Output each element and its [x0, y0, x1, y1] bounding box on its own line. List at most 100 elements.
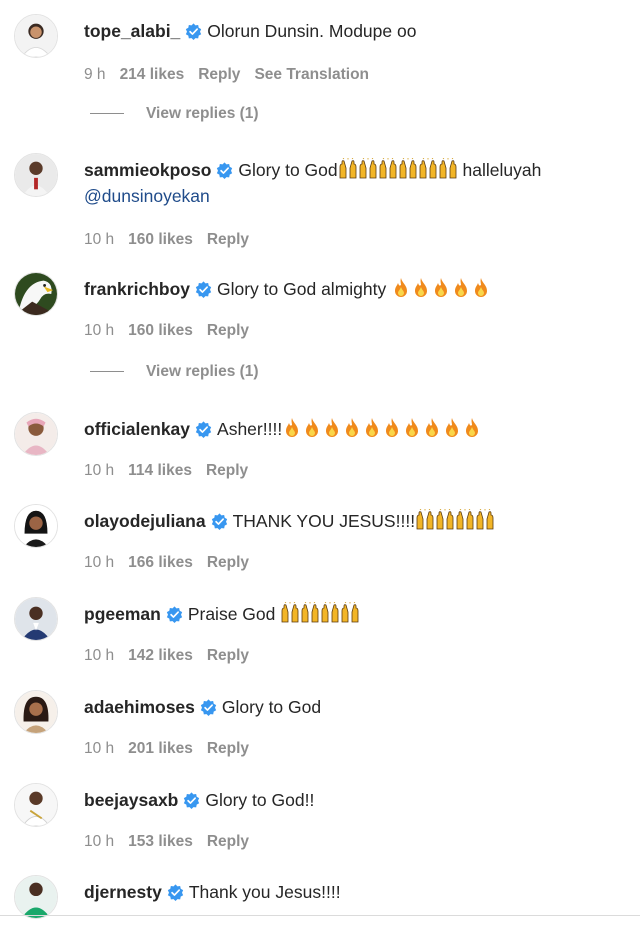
comment-text: Olorun Dunsin. Modupe oo — [207, 21, 417, 41]
raising-hands-emoji-group — [338, 157, 458, 180]
verified-badge-icon — [183, 790, 200, 809]
fire-emoji-icon — [342, 417, 362, 439]
fire-emoji-icon — [451, 277, 471, 299]
avatar[interactable] — [14, 597, 58, 641]
see-translation-button[interactable]: See Translation — [254, 66, 369, 83]
comment-text: Thank you Jesus!!!! — [188, 882, 341, 902]
verified-badge-icon — [185, 21, 202, 40]
comment-text: halleluyah — [457, 160, 542, 180]
avatar[interactable] — [14, 153, 58, 197]
timestamp: 10 h — [84, 322, 115, 339]
reply-button[interactable]: Reply — [207, 647, 249, 664]
verified-badge-icon — [195, 419, 212, 438]
raising-hands-emoji-group — [415, 508, 495, 531]
raising-hands-emoji-icon — [398, 157, 418, 180]
likes-count[interactable]: 166 likes — [128, 554, 193, 571]
likes-count[interactable]: 142 likes — [128, 647, 193, 664]
view-replies-button[interactable]: View replies (1) — [90, 363, 259, 381]
likes-count[interactable]: 214 likes — [120, 66, 185, 83]
username[interactable]: sammieokposo — [84, 160, 211, 180]
comment-meta: 10 h 142 likes Reply — [84, 647, 263, 665]
reply-button[interactable]: Reply — [207, 554, 249, 571]
likes-count[interactable]: 160 likes — [128, 322, 193, 339]
view-replies-label: View replies (1) — [146, 363, 259, 380]
replies-dash-divider — [90, 371, 124, 373]
avatar[interactable] — [14, 783, 58, 827]
fire-emoji-icon — [382, 417, 402, 439]
bottom-divider — [0, 915, 640, 916]
fire-emoji-icon — [302, 417, 322, 439]
reply-button[interactable]: Reply — [198, 66, 240, 83]
comment-text: Glory to God!! — [205, 790, 315, 810]
comment-meta: 10 h 166 likes Reply — [84, 554, 263, 572]
username[interactable]: pgeeman — [84, 604, 161, 624]
raising-hands-emoji-icon — [300, 601, 320, 624]
comment-text: Glory to God — [221, 697, 322, 717]
fire-emoji-icon — [442, 417, 462, 439]
username[interactable]: frankrichboy — [84, 279, 190, 299]
comment-text: Praise God — [187, 604, 281, 624]
fire-emoji-icon — [431, 277, 451, 299]
fire-emoji-group — [282, 417, 482, 439]
likes-count[interactable]: 201 likes — [128, 740, 193, 757]
avatar[interactable] — [14, 504, 58, 548]
likes-count[interactable]: 160 likes — [128, 231, 193, 248]
comment-body: frankrichboy Glory to God almighty — [84, 276, 624, 302]
mention-link[interactable]: @dunsinoyekan — [84, 186, 210, 206]
comment-feed: tope_alabi_ Olorun Dunsin. Modupe oo 9 h 21… — [0, 0, 640, 938]
comment-text: THANK YOU JESUS!!!! — [232, 511, 416, 531]
comment-meta: 10 h 160 likes Reply — [84, 322, 263, 340]
likes-count[interactable]: 114 likes — [128, 462, 192, 479]
username[interactable]: olayodejuliana — [84, 511, 206, 531]
fire-emoji-group — [391, 277, 491, 299]
raising-hands-emoji-icon — [340, 601, 360, 624]
username[interactable]: beejaysaxb — [84, 790, 178, 810]
likes-count[interactable]: 153 likes — [128, 833, 193, 850]
raising-hands-emoji-icon — [415, 508, 435, 531]
raising-hands-emoji-icon — [435, 508, 455, 531]
avatar[interactable] — [14, 272, 58, 316]
username[interactable]: tope_alabi_ — [84, 21, 180, 41]
avatar[interactable] — [14, 14, 58, 58]
username[interactable]: djernesty — [84, 882, 162, 902]
comment-meta: 9 h 214 likes Reply See Translation — [84, 66, 383, 84]
username[interactable]: officialenkay — [84, 419, 190, 439]
reply-button[interactable]: Reply — [207, 740, 249, 757]
reply-button[interactable]: Reply — [207, 833, 249, 850]
avatar[interactable] — [14, 690, 58, 734]
raising-hands-emoji-icon — [358, 157, 378, 180]
verified-badge-icon — [211, 511, 228, 530]
verified-badge-icon — [200, 697, 217, 716]
timestamp: 10 h — [84, 833, 115, 850]
raising-hands-emoji-group — [280, 601, 360, 624]
timestamp: 10 h — [84, 647, 115, 664]
timestamp: 10 h — [84, 554, 115, 571]
verified-badge-icon — [216, 160, 233, 179]
raising-hands-emoji-icon — [338, 157, 358, 180]
raising-hands-emoji-icon — [320, 601, 340, 624]
avatar[interactable] — [14, 412, 58, 456]
reply-button[interactable]: Reply — [207, 231, 249, 248]
raising-hands-emoji-icon — [475, 508, 495, 531]
fire-emoji-icon — [282, 417, 302, 439]
comment-meta: 10 h 160 likes Reply — [84, 231, 263, 249]
verified-badge-icon — [167, 882, 184, 901]
comment-meta: 10 h 153 likes Reply — [84, 833, 263, 851]
view-replies-label: View replies (1) — [146, 105, 259, 122]
username[interactable]: adaehimoses — [84, 697, 195, 717]
fire-emoji-icon — [411, 277, 431, 299]
comment-body: sammieokposo Glory to God halleluyah @duns… — [84, 157, 624, 209]
fire-emoji-icon — [362, 417, 382, 439]
comment-body: olayodejuliana THANK YOU JESUS!!!! — [84, 508, 624, 534]
comment-body: tope_alabi_ Olorun Dunsin. Modupe oo — [84, 18, 624, 44]
fire-emoji-icon — [402, 417, 422, 439]
comment-body: adaehimoses Glory to God — [84, 694, 624, 720]
view-replies-button[interactable]: View replies (1) — [90, 105, 259, 123]
reply-button[interactable]: Reply — [207, 322, 249, 339]
reply-button[interactable]: Reply — [206, 462, 248, 479]
fire-emoji-icon — [391, 277, 411, 299]
avatar[interactable] — [14, 875, 58, 919]
timestamp: 10 h — [84, 740, 115, 757]
replies-dash-divider — [90, 113, 124, 115]
raising-hands-emoji-icon — [455, 508, 475, 531]
